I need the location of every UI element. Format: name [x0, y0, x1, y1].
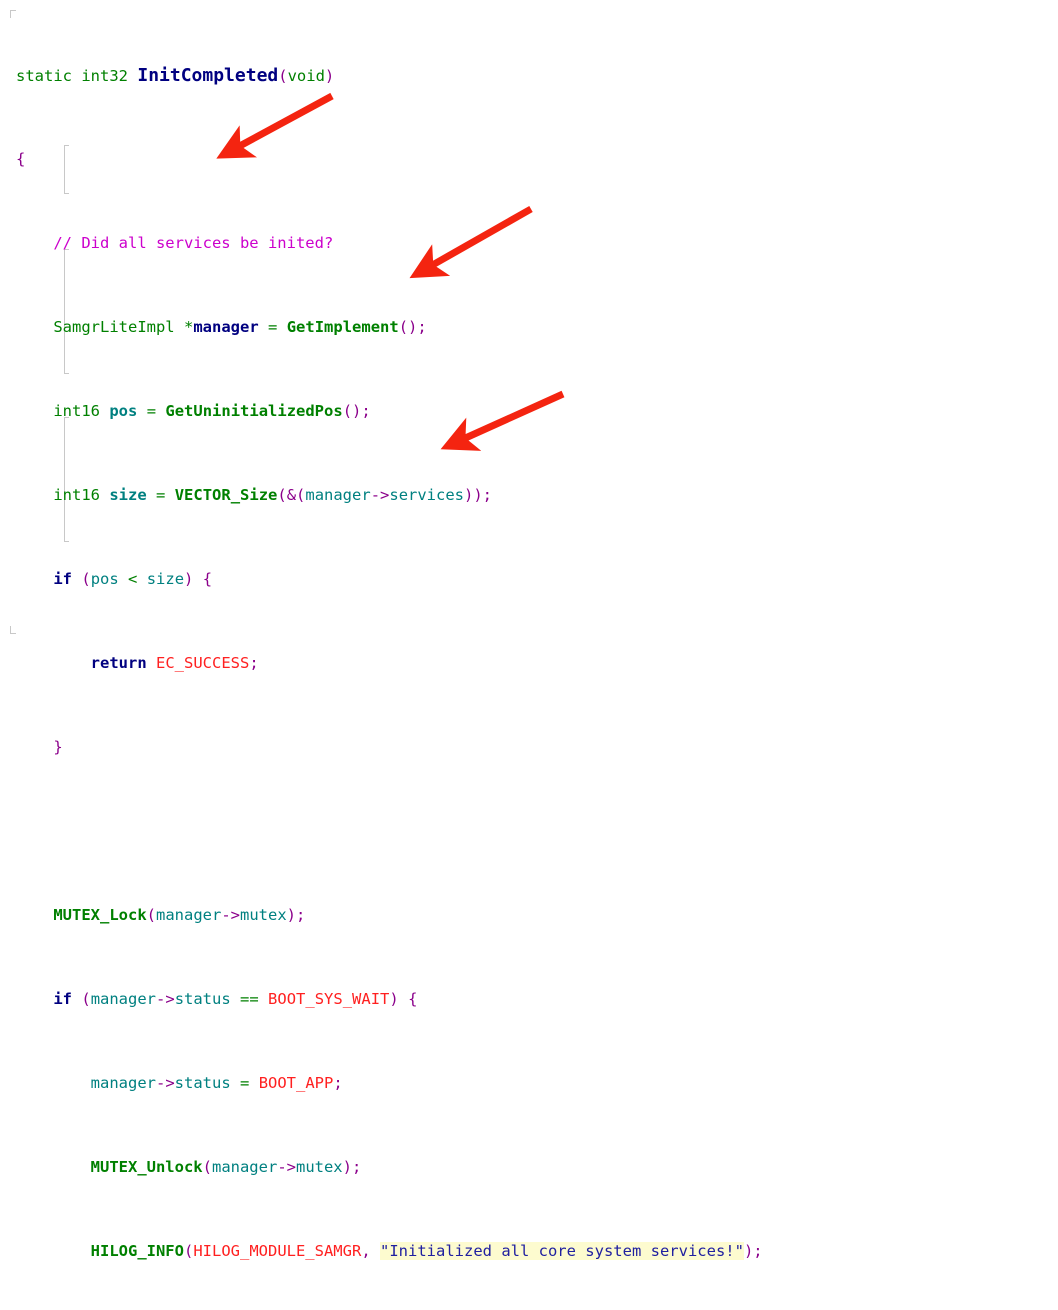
code-line-5: int16 pos = GetUninitializedPos();	[53, 402, 371, 420]
code-viewer: static int32 InitCompleted(void) { // Di…	[0, 0, 1058, 1260]
code-line-6: int16 size = VECTOR_Size(&(manager->serv…	[53, 486, 493, 504]
code-line-14: MUTEX_Unlock(manager->mutex);	[90, 1158, 362, 1176]
code-line-13: manager->status = BOOT_APP;	[90, 1074, 343, 1092]
code-line-2: {	[16, 150, 26, 168]
code-line-11: MUTEX_Lock(manager->mutex);	[53, 906, 306, 924]
code-line-15: HILOG_INFO(HILOG_MODULE_SAMGR, "Initiali…	[90, 1242, 763, 1260]
code-line-1: static int32 InitCompleted(void)	[16, 65, 335, 86]
code-comment: // Did all services be inited?	[53, 234, 334, 252]
code-block: static int32 InitCompleted(void) { // Di…	[0, 0, 865, 1310]
code-line-7: if (pos < size) {	[53, 570, 213, 588]
code-line-9: }	[53, 738, 63, 756]
code-line-3: // Did all services be inited?	[0, 233, 865, 254]
code-line-12: if (manager->status == BOOT_SYS_WAIT) {	[53, 990, 418, 1008]
code-line-4: SamgrLiteImpl *manager = GetImplement();	[53, 318, 427, 336]
string-literal-core: "Initialized all core system services!"	[380, 1242, 744, 1260]
code-line-8: return EC_SUCCESS;	[90, 654, 259, 672]
